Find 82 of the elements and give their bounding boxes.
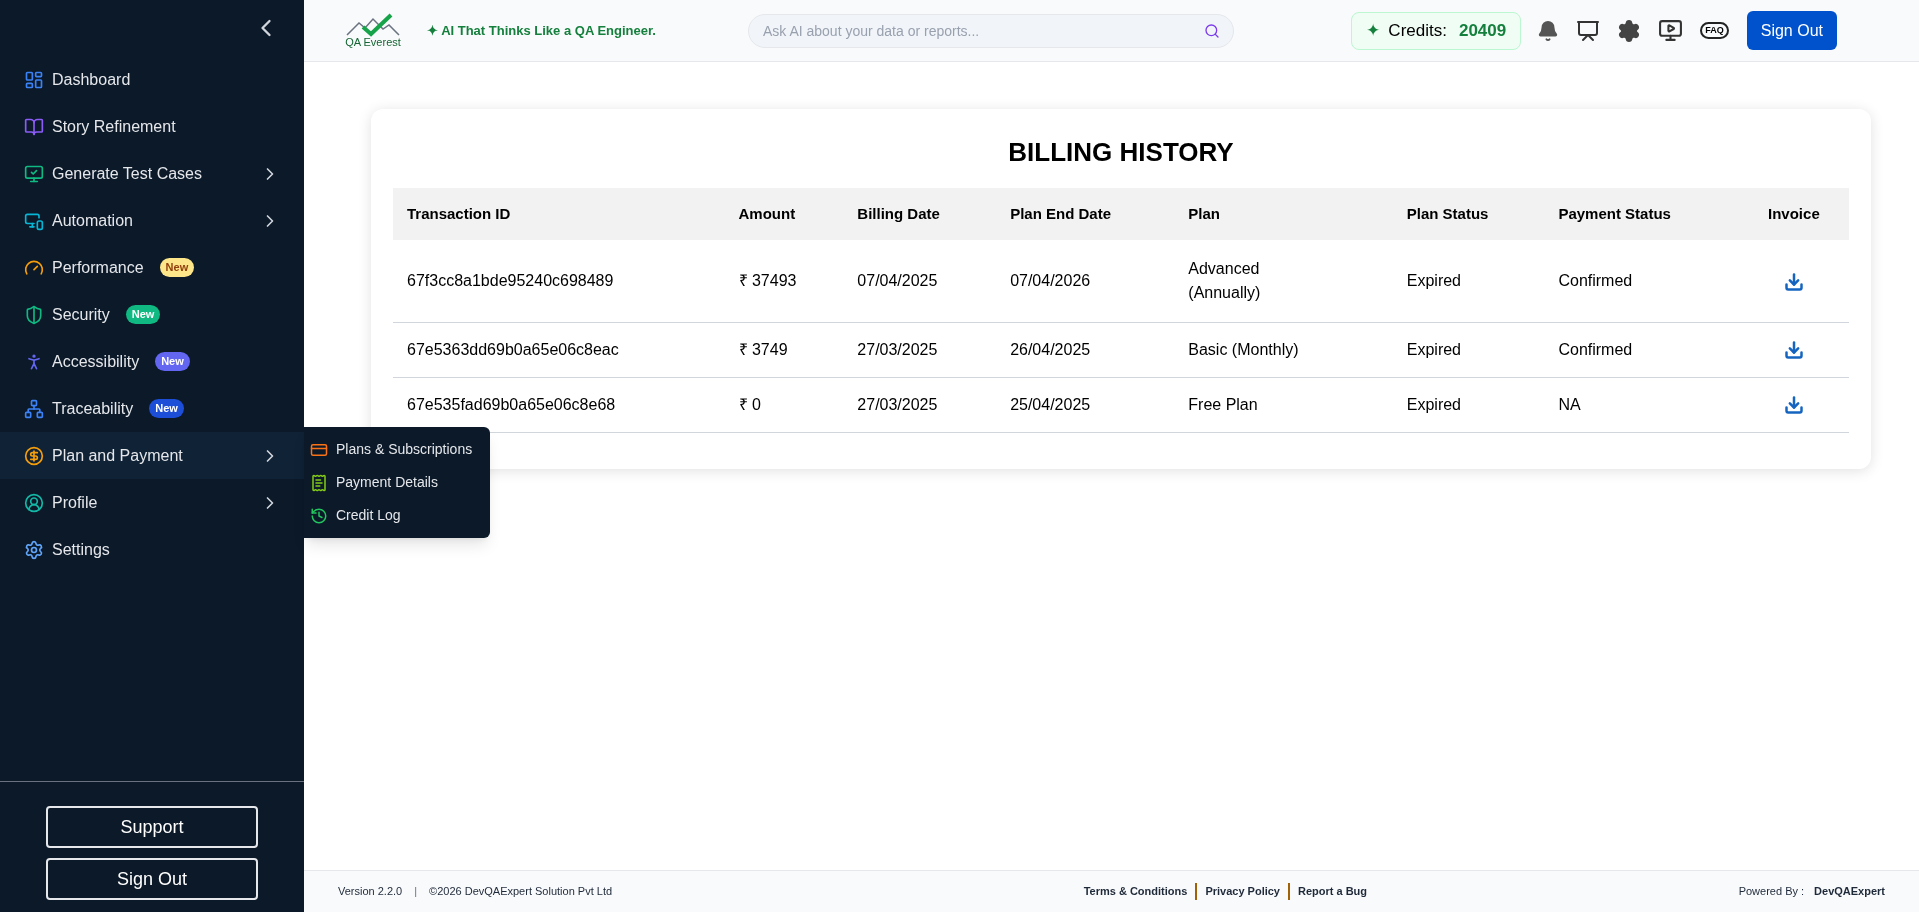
table-cell-text: Advanced (Annually) (1188, 258, 1262, 303)
column-header: Transaction ID (393, 188, 725, 240)
copyright-text: ©2026 DevQAExpert Solution Pvt Ltd (429, 884, 613, 900)
sidebar-item[interactable]: Performance New (0, 244, 304, 291)
dashboard-icon (24, 69, 44, 90)
table-cell: 67e535fad69b0a65e06c8e68 (407, 395, 616, 413)
table-cell: 67e5363dd69b0a65e06c8eac (407, 340, 619, 358)
table-cell: ₹ 37493 (738, 271, 797, 289)
shield-icon (24, 304, 44, 325)
new-badge: New (155, 352, 190, 371)
tagline: ✦ AI That Thinks Like a QA Engineer. (427, 21, 656, 40)
dollar-icon (24, 445, 44, 466)
video-icon[interactable] (1658, 18, 1684, 43)
table-cell: Confirmed (1558, 271, 1633, 289)
new-badge: New (159, 258, 195, 277)
board-icon[interactable] (1576, 18, 1601, 43)
column-header: Billing Date (843, 188, 997, 240)
card-title: BILLING HISTORY (1007, 136, 1235, 169)
book-icon (24, 116, 44, 137)
column-header: Invoice (1738, 188, 1849, 240)
table-cell-text: Basic (Monthly) (1188, 339, 1299, 360)
table-cell: NA (1558, 395, 1581, 413)
submenu-item[interactable]: Payment Details (304, 466, 490, 499)
column-header: Payment Status (1544, 188, 1739, 240)
footer-link[interactable]: Terms & Conditions (1075, 883, 1196, 900)
sidebar-item[interactable]: Dashboard (0, 56, 304, 103)
receipt-icon (310, 473, 328, 492)
bell-icon[interactable] (1537, 19, 1560, 42)
table-cell: 26/04/2025 (1010, 340, 1091, 358)
sign-out-button[interactable]: Sign Out (46, 858, 258, 900)
sparkle-icon: ✦ (1366, 17, 1381, 44)
table-cell: 07/04/2026 (1010, 271, 1091, 289)
column-header: Plan Status (1392, 188, 1545, 240)
submenu-item[interactable]: Credit Log (304, 499, 490, 532)
table-cell: ₹ 0 (738, 395, 761, 413)
table-cell: Expired (1406, 271, 1461, 289)
new-badge: New (125, 305, 161, 324)
search-icon[interactable] (1203, 22, 1220, 39)
sidebar-item[interactable]: Accessibility New (0, 338, 304, 385)
column-header: Plan (1174, 188, 1393, 240)
user-icon (24, 492, 44, 513)
footer-link[interactable]: Report a Bug (1288, 883, 1376, 900)
table-cell: 67f3cc8a1bde95240c698489 (407, 271, 614, 289)
table-cell: 07/04/2025 (857, 271, 938, 289)
credits-label: Credits: (1388, 19, 1447, 42)
history-icon (310, 506, 328, 525)
table-cell: 25/04/2025 (1010, 395, 1091, 413)
table-cell-text: Free Plan (1188, 394, 1258, 415)
separator-text: | (414, 884, 418, 900)
table-cell: Expired (1406, 395, 1461, 413)
version-text: Version 2.2.0 (338, 884, 403, 900)
column-header: Plan End Date (996, 188, 1175, 240)
faq-icon[interactable]: FAQ (1700, 22, 1729, 39)
table-cell: 27/03/2025 (857, 340, 938, 358)
logo-text: QA Everest (345, 37, 401, 48)
table-cell: Expired (1406, 340, 1461, 358)
sidebar-item[interactable]: Traceability New (0, 385, 304, 432)
credits-value: 20409 (1458, 19, 1507, 42)
new-badge: New (149, 399, 184, 418)
column-header: Amount (724, 188, 844, 240)
sign-out-button[interactable]: Sign Out (1746, 11, 1837, 50)
hierarchy-icon (24, 398, 44, 419)
sidebar-item[interactable]: Story Refinement (0, 103, 304, 150)
sidebar-item[interactable]: Settings (0, 526, 304, 573)
table-cell: ₹ 3749 (738, 340, 788, 358)
submenu-item[interactable]: Plans & Subscriptions (304, 433, 490, 466)
sidebar-item[interactable]: Automation (0, 197, 304, 244)
download-icon[interactable] (1783, 395, 1804, 416)
download-icon[interactable] (1783, 271, 1804, 292)
search-field[interactable]: Ask AI about your data or reports... (747, 13, 1234, 48)
support-button[interactable]: Support (46, 806, 258, 848)
footer-link[interactable]: Privacy Policy (1195, 883, 1288, 900)
table-cell: 27/03/2025 (857, 395, 938, 413)
sidebar-item[interactable]: Profile (0, 479, 304, 526)
sidebar-item[interactable]: Plan and Payment (0, 432, 304, 479)
download-icon[interactable] (1783, 340, 1804, 361)
sidebar-item[interactable]: Generate Test Cases (0, 150, 304, 197)
powered-label: Powered By : (1738, 884, 1805, 900)
powered-by-text: DevQAExpert (1814, 884, 1885, 900)
monitor-icon (24, 163, 44, 184)
sidebar-item[interactable]: Security New (0, 291, 304, 338)
table-cell: Confirmed (1558, 340, 1633, 358)
